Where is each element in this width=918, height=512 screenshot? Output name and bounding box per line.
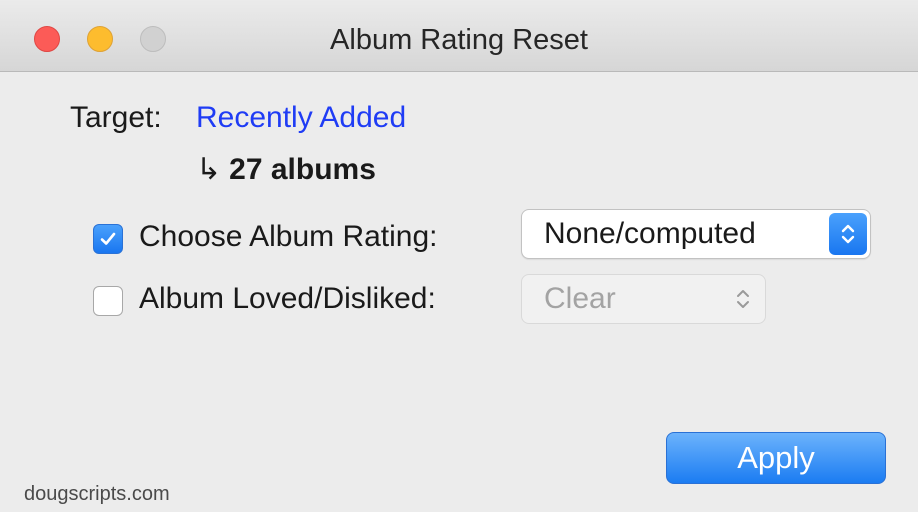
- apply-button[interactable]: Apply: [666, 432, 886, 484]
- dialog-content: Target: Recently Added ↳ 27 albums Choose…: [0, 72, 918, 512]
- window-title: Album Rating Reset: [330, 24, 588, 56]
- album-count-row: ↳ 27 albums: [196, 152, 376, 188]
- album-count: 27 albums: [229, 153, 376, 186]
- return-arrow-icon: ↳: [196, 153, 222, 186]
- album-rating-reset-window: Album Rating Reset Target: Recently Adde…: [0, 0, 918, 512]
- target-playlist-link[interactable]: Recently Added: [196, 100, 406, 136]
- target-label: Target:: [70, 101, 162, 134]
- checkmark-icon: [99, 228, 117, 253]
- album-loved-disliked-label[interactable]: Album Loved/Disliked:: [139, 281, 436, 317]
- choose-album-rating-checkbox[interactable]: [93, 224, 123, 254]
- album-loved-selected-value: Clear: [544, 282, 616, 315]
- dougscripts-credit: dougscripts.com: [24, 483, 170, 505]
- choose-album-rating-label[interactable]: Choose Album Rating:: [139, 219, 438, 255]
- album-rating-selected-value: None/computed: [544, 217, 756, 250]
- album-loved-disliked-checkbox[interactable]: [93, 286, 123, 316]
- title-bar[interactable]: Album Rating Reset: [0, 0, 918, 72]
- album-loved-disliked-popup: Clear: [521, 274, 766, 324]
- up-down-chevron-icon: [829, 213, 867, 255]
- up-down-chevron-icon: [724, 278, 762, 320]
- album-rating-popup[interactable]: None/computed: [521, 209, 871, 259]
